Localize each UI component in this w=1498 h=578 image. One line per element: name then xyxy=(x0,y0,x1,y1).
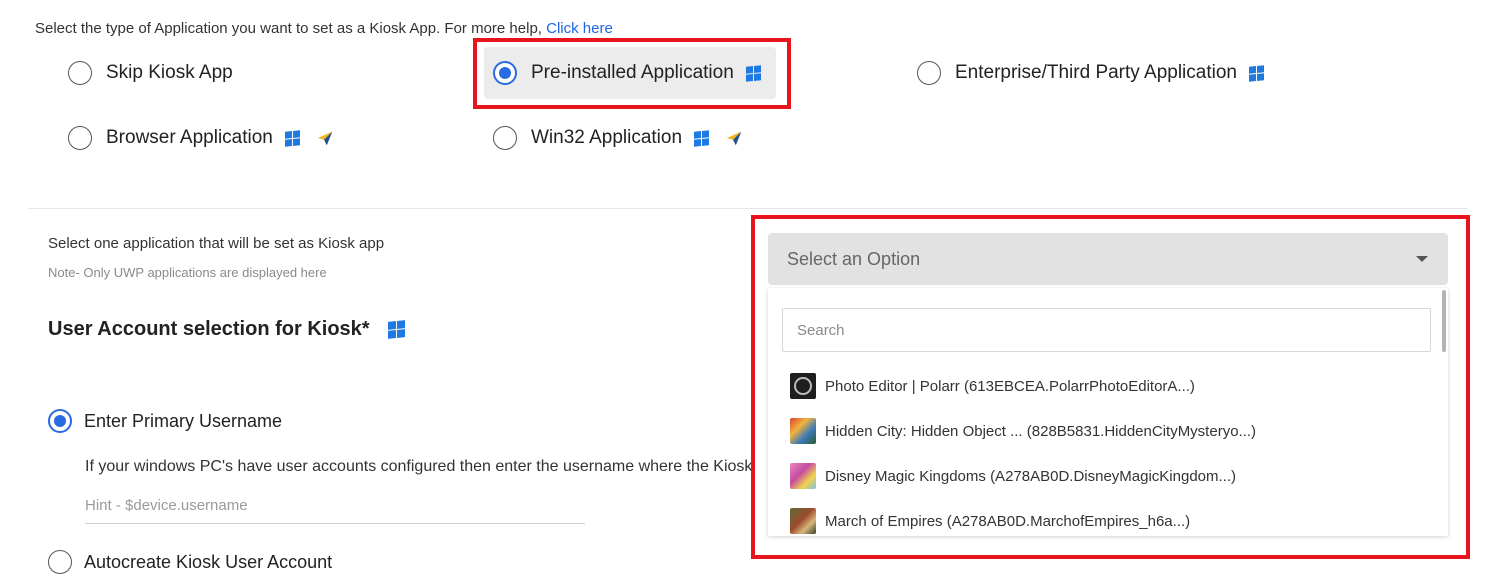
radio-button[interactable] xyxy=(68,61,92,85)
section-divider xyxy=(28,208,1468,209)
radio-skip-kiosk-app[interactable]: Skip Kiosk App xyxy=(68,58,233,88)
windows-icon xyxy=(694,129,710,147)
app-select-label: Select one application that will be set … xyxy=(48,235,385,252)
highlight-box-dropdown xyxy=(751,215,1470,559)
paper-plane-icon xyxy=(317,131,333,146)
radio-label: Browser Application xyxy=(106,127,273,148)
user-account-title-text: User Account selection for Kiosk* xyxy=(48,318,370,340)
primary-username-input[interactable] xyxy=(85,488,585,524)
windows-icon xyxy=(284,129,300,147)
radio-label: Win32 Application xyxy=(531,127,683,148)
radio-win32-application[interactable]: Win32 Application xyxy=(493,123,743,153)
user-account-title: User Account selection for Kiosk* xyxy=(48,318,405,341)
windows-icon xyxy=(387,320,405,339)
radio-button[interactable] xyxy=(917,61,941,85)
radio-button-checked[interactable] xyxy=(48,409,72,433)
windows-icon xyxy=(1248,64,1264,82)
radio-button[interactable] xyxy=(68,126,92,150)
paper-plane-icon xyxy=(726,131,742,146)
highlight-box-preinstalled xyxy=(473,38,791,109)
radio-label: Skip Kiosk App xyxy=(106,62,233,83)
radio-enterprise-third-party-application[interactable]: Enterprise/Third Party Application xyxy=(917,58,1264,88)
radio-label: Enterprise/Third Party Application xyxy=(955,62,1237,83)
radio-autocreate-kiosk-user-account[interactable]: Autocreate Kiosk User Account xyxy=(48,547,332,577)
intro-label: Select the type of Application you want … xyxy=(35,20,547,37)
radio-enter-primary-username[interactable]: Enter Primary Username xyxy=(48,406,282,436)
primary-username-description: If your windows PC's have user accounts … xyxy=(85,458,753,475)
intro-text: Select the type of Application you want … xyxy=(35,20,613,37)
radio-label: Enter Primary Username xyxy=(84,410,283,431)
help-link[interactable]: Click here xyxy=(546,20,613,37)
radio-browser-application[interactable]: Browser Application xyxy=(68,123,334,153)
radio-label: Autocreate Kiosk User Account xyxy=(84,551,333,572)
radio-button[interactable] xyxy=(48,550,72,574)
radio-button[interactable] xyxy=(493,126,517,150)
app-select-note: Note- Only UWP applications are displaye… xyxy=(48,265,327,280)
